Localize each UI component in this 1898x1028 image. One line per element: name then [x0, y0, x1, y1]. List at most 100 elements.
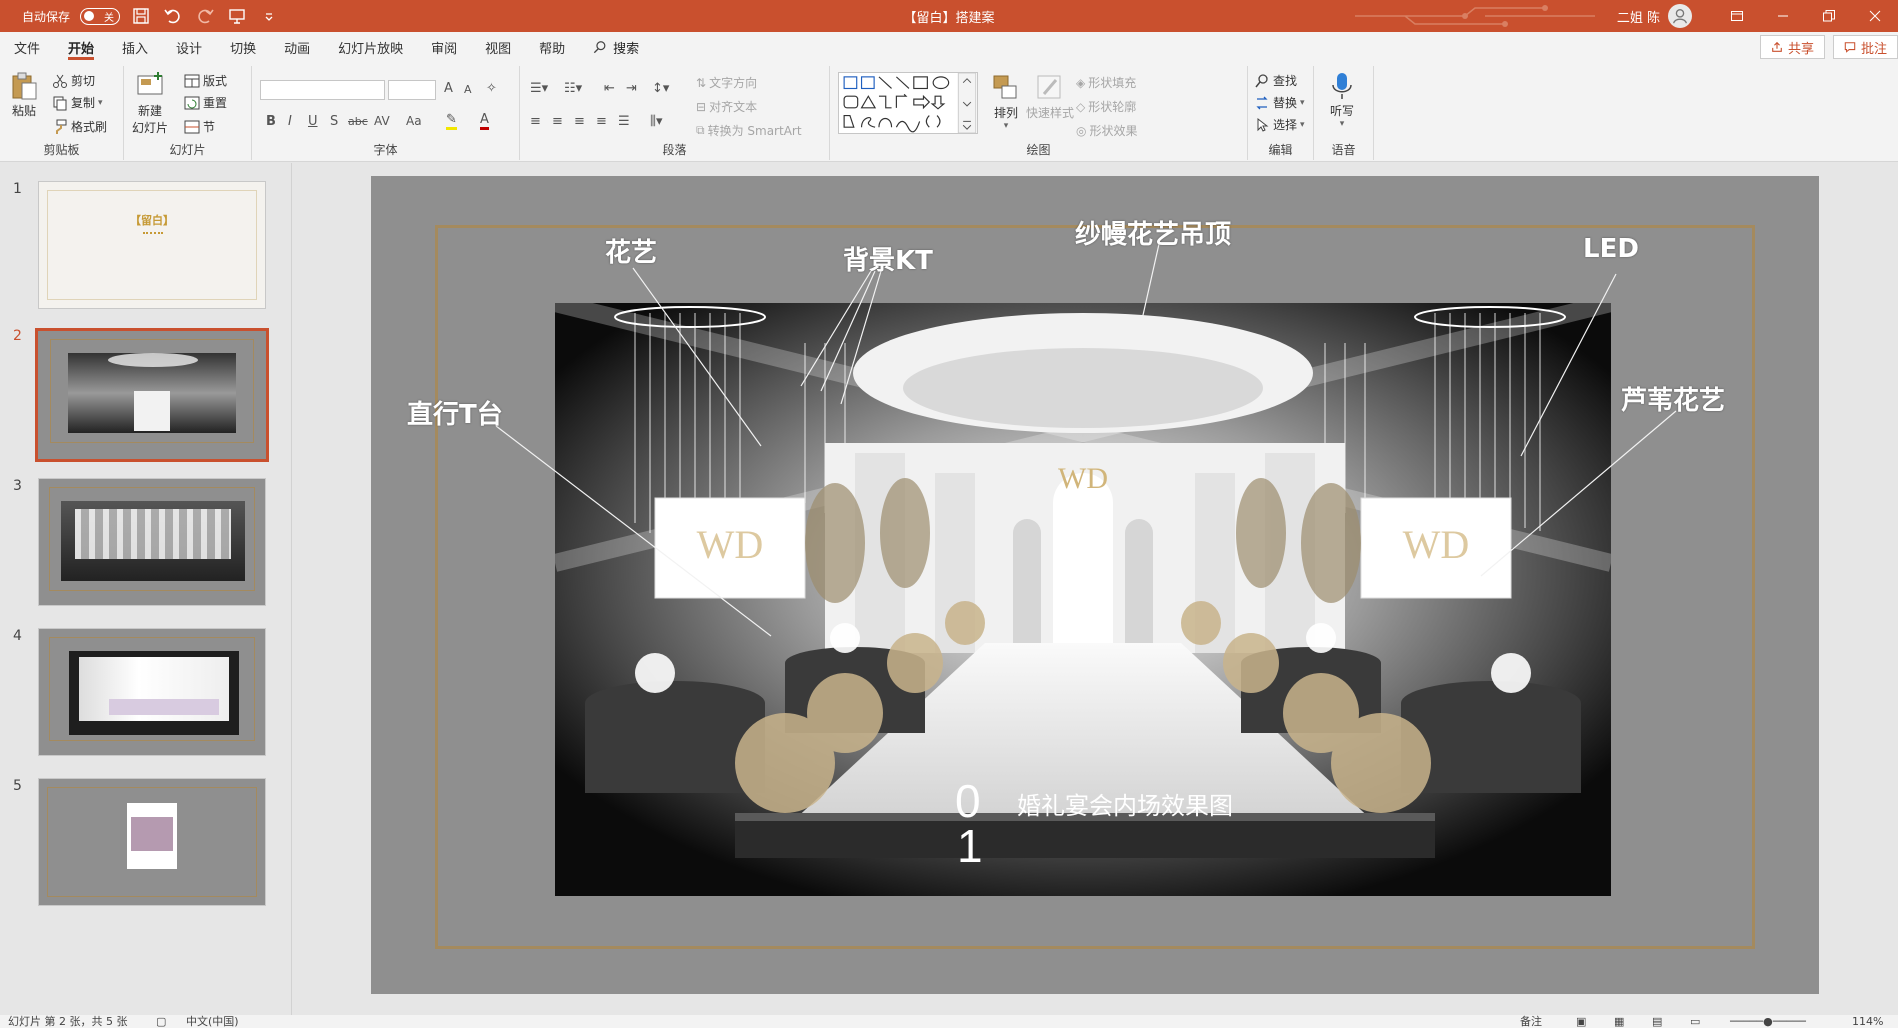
slideshow-view-icon[interactable]: ▭	[1690, 1015, 1700, 1028]
line-spacing-button[interactable]: ↕▾	[652, 81, 669, 96]
save-icon[interactable]	[130, 5, 152, 27]
ribbon: 粘贴 剪切 复制 ▾ 格式刷 剪贴板 新建 幻灯片 版式 重置 节 幻灯片 A …	[0, 62, 1898, 162]
replace-button[interactable]: 替换 ▾	[1254, 94, 1305, 111]
spellcheck-icon[interactable]: ▢	[156, 1015, 166, 1028]
layout-button[interactable]: 版式	[184, 72, 227, 89]
slide-sorter-icon[interactable]: ▦	[1614, 1015, 1624, 1028]
shape-effects-label: 形状效果	[1089, 124, 1138, 138]
start-presentation-icon[interactable]	[226, 5, 248, 27]
redo-icon[interactable]	[194, 5, 216, 27]
slide-thumbnail-3[interactable]	[38, 478, 266, 606]
autosave-toggle[interactable]: 关	[80, 7, 121, 25]
slide-thumbnail-4[interactable]	[38, 628, 266, 756]
slide-thumbnail-1[interactable]: 【留白】	[38, 181, 266, 309]
tab-animations[interactable]: 动画	[270, 32, 324, 62]
tab-view[interactable]: 视图	[471, 32, 525, 62]
slide-thumbnail-5[interactable]	[38, 778, 266, 906]
language-status[interactable]: 中文(中国)	[186, 1015, 239, 1028]
shape-outline-button[interactable]: ◇ 形状轮廓	[1076, 98, 1136, 115]
slide-thumbnail-2[interactable]	[35, 328, 269, 462]
paragraph-group-label: 段落	[662, 143, 687, 157]
find-button[interactable]: 查找	[1254, 72, 1297, 89]
new-slide-button[interactable]: 新建 幻灯片	[132, 70, 168, 136]
section-button[interactable]: 节	[184, 118, 215, 135]
shape-fill-button[interactable]: ◈ 形状填充	[1076, 74, 1136, 91]
zoom-level[interactable]: 114%	[1852, 1015, 1883, 1028]
align-right-button[interactable]: ≡	[574, 114, 585, 129]
font-size-combo[interactable]	[388, 80, 436, 100]
customize-toolbar-icon[interactable]	[258, 5, 280, 27]
tab-file[interactable]: 文件	[0, 32, 54, 62]
restore-button[interactable]	[1806, 0, 1852, 32]
tab-transitions[interactable]: 切换	[216, 32, 270, 62]
smartart-button[interactable]: ⧉ 转换为 SmartArt	[696, 122, 802, 139]
shapes-gallery[interactable]	[838, 72, 978, 134]
align-left-button[interactable]: ≡	[530, 114, 541, 129]
cut-label: 剪切	[71, 74, 96, 88]
reset-button[interactable]: 重置	[184, 94, 227, 111]
paste-button[interactable]: 粘贴	[8, 70, 40, 119]
ribbon-display-options-button[interactable]	[1714, 0, 1760, 32]
thumbnail-number: 1	[13, 181, 22, 197]
new-slide-label-2: 幻灯片	[132, 121, 169, 135]
clear-format-button[interactable]: ✧	[486, 81, 497, 96]
underline-button[interactable]: U	[308, 114, 318, 129]
comments-button[interactable]: 批注	[1832, 35, 1898, 59]
search-box[interactable]: 搜索	[579, 38, 653, 57]
share-button[interactable]: 共享	[1759, 35, 1825, 59]
tab-insert[interactable]: 插入	[108, 32, 162, 62]
format-painter-icon	[56, 119, 67, 134]
shape-effects-button[interactable]: ◎ 形状效果	[1076, 122, 1138, 139]
shrink-font-button[interactable]: A	[464, 83, 472, 96]
comments-label: 批注	[1860, 41, 1887, 57]
strikethrough-button[interactable]: abc	[348, 115, 368, 128]
bullets-button[interactable]: ☰▾	[530, 81, 548, 96]
normal-view-icon[interactable]: ▣	[1576, 1015, 1586, 1028]
select-button[interactable]: 选择 ▾	[1254, 116, 1305, 133]
avatar[interactable]	[1668, 4, 1692, 28]
close-button[interactable]	[1852, 0, 1898, 32]
italic-button[interactable]: I	[288, 114, 292, 129]
tab-design[interactable]: 设计	[162, 32, 216, 62]
arrange-button[interactable]: 排列 ▾	[990, 72, 1022, 131]
shadow-button[interactable]: S	[330, 114, 338, 129]
copy-button[interactable]: 复制 ▾	[52, 94, 103, 111]
tab-review[interactable]: 审阅	[417, 32, 471, 62]
align-center-button[interactable]: ≡	[552, 114, 563, 129]
highlight-button[interactable]: ✎	[446, 112, 457, 130]
char-spacing-button[interactable]: AV	[374, 114, 390, 128]
columns-button[interactable]: ⫼▾	[650, 114, 663, 129]
minimize-button[interactable]	[1760, 0, 1806, 32]
bold-button[interactable]: B	[266, 114, 276, 129]
new-slide-label: 新建	[138, 104, 163, 118]
font-name-combo[interactable]	[260, 80, 385, 100]
distribute-button[interactable]: ☰	[618, 114, 630, 129]
zoom-slider[interactable]: ─────●─────	[1730, 1015, 1806, 1028]
notes-button[interactable]: 备注	[1520, 1015, 1542, 1028]
cut-button[interactable]: 剪切	[52, 72, 95, 89]
reset-icon	[184, 96, 200, 109]
justify-button[interactable]: ≡	[596, 114, 607, 129]
tab-slideshow[interactable]: 幻灯片放映	[324, 32, 417, 62]
dictate-button[interactable]: 听写 ▾	[1326, 70, 1358, 129]
increase-indent-button[interactable]: ⇥	[626, 81, 637, 96]
numbering-button[interactable]: ☷▾	[564, 81, 582, 96]
format-painter-button[interactable]: 格式刷	[52, 118, 107, 135]
search-label: 搜索	[613, 41, 640, 57]
text-direction-button[interactable]: ⇅ 文字方向	[696, 74, 757, 91]
change-case-button[interactable]: Aa	[406, 114, 422, 128]
tab-home[interactable]: 开始	[54, 32, 108, 62]
undo-icon[interactable]	[162, 5, 184, 27]
current-slide[interactable]: WD WD WD 花艺 背景KT 纱幔花艺吊顶 LED 直行T台 芦苇花艺 0 …	[371, 176, 1819, 994]
grow-font-button[interactable]: A	[444, 81, 453, 96]
shape-fill-label: 形状填充	[1088, 76, 1137, 90]
user-name[interactable]: 二姐 陈	[1617, 7, 1660, 26]
font-color-button[interactable]: A	[480, 112, 489, 130]
reading-view-icon[interactable]: ▤	[1652, 1015, 1662, 1028]
align-text-button[interactable]: ⊟ 对齐文本	[696, 98, 757, 115]
group-slides: 新建 幻灯片 版式 重置 节 幻灯片	[124, 66, 252, 160]
tab-help[interactable]: 帮助	[525, 32, 579, 62]
share-icon	[1772, 41, 1782, 52]
decrease-indent-button[interactable]: ⇤	[604, 81, 615, 96]
quick-styles-button[interactable]: 快速样式	[1026, 72, 1074, 121]
